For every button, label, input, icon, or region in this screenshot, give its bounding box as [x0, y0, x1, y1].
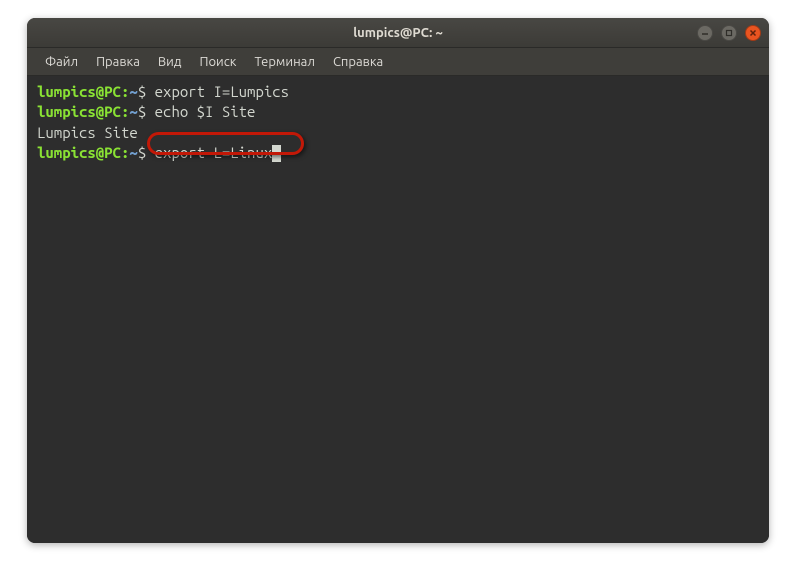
- command-text: export L=Linux: [155, 144, 273, 161]
- output-text: Lumpics Site: [37, 124, 138, 141]
- prompt-path: ~: [129, 83, 137, 100]
- menu-view[interactable]: Вид: [150, 51, 190, 73]
- terminal-line: lumpics@PC:~$ echo $I Site: [37, 102, 759, 122]
- command-text: export I=Lumpics: [155, 83, 289, 100]
- terminal-line: lumpics@PC:~$ export I=Lumpics: [37, 82, 759, 102]
- menubar: Файл Правка Вид Поиск Терминал Справка: [27, 48, 769, 76]
- menu-edit[interactable]: Правка: [88, 51, 148, 73]
- command-text: echo $I Site: [155, 103, 256, 120]
- menu-help[interactable]: Справка: [325, 51, 391, 73]
- prompt-user: lumpics@PC: [37, 103, 121, 120]
- menu-terminal[interactable]: Терминал: [246, 51, 322, 73]
- prompt-path: ~: [129, 103, 137, 120]
- prompt-path: ~: [129, 144, 137, 161]
- window-controls: [697, 25, 761, 41]
- minimize-button[interactable]: [697, 25, 713, 41]
- terminal-line: Lumpics Site: [37, 123, 759, 143]
- prompt-user: lumpics@PC: [37, 83, 121, 100]
- prompt-dollar: $: [138, 103, 146, 120]
- cursor-icon: [272, 145, 281, 162]
- terminal-body[interactable]: lumpics@PC:~$ export I=Lumpics lumpics@P…: [27, 76, 769, 543]
- terminal-window: lumpics@PC: ~ Файл Правка Вид Поиск Терм…: [27, 18, 769, 543]
- prompt-dollar: $: [138, 83, 146, 100]
- window-title: lumpics@PC: ~: [353, 26, 443, 40]
- maximize-button[interactable]: [721, 25, 737, 41]
- prompt-user: lumpics@PC: [37, 144, 121, 161]
- titlebar: lumpics@PC: ~: [27, 18, 769, 48]
- terminal-line: lumpics@PC:~$ export L=Linux: [37, 143, 759, 163]
- close-button[interactable]: [745, 25, 761, 41]
- menu-file[interactable]: Файл: [37, 51, 86, 73]
- menu-search[interactable]: Поиск: [191, 51, 244, 73]
- prompt-dollar: $: [138, 144, 146, 161]
